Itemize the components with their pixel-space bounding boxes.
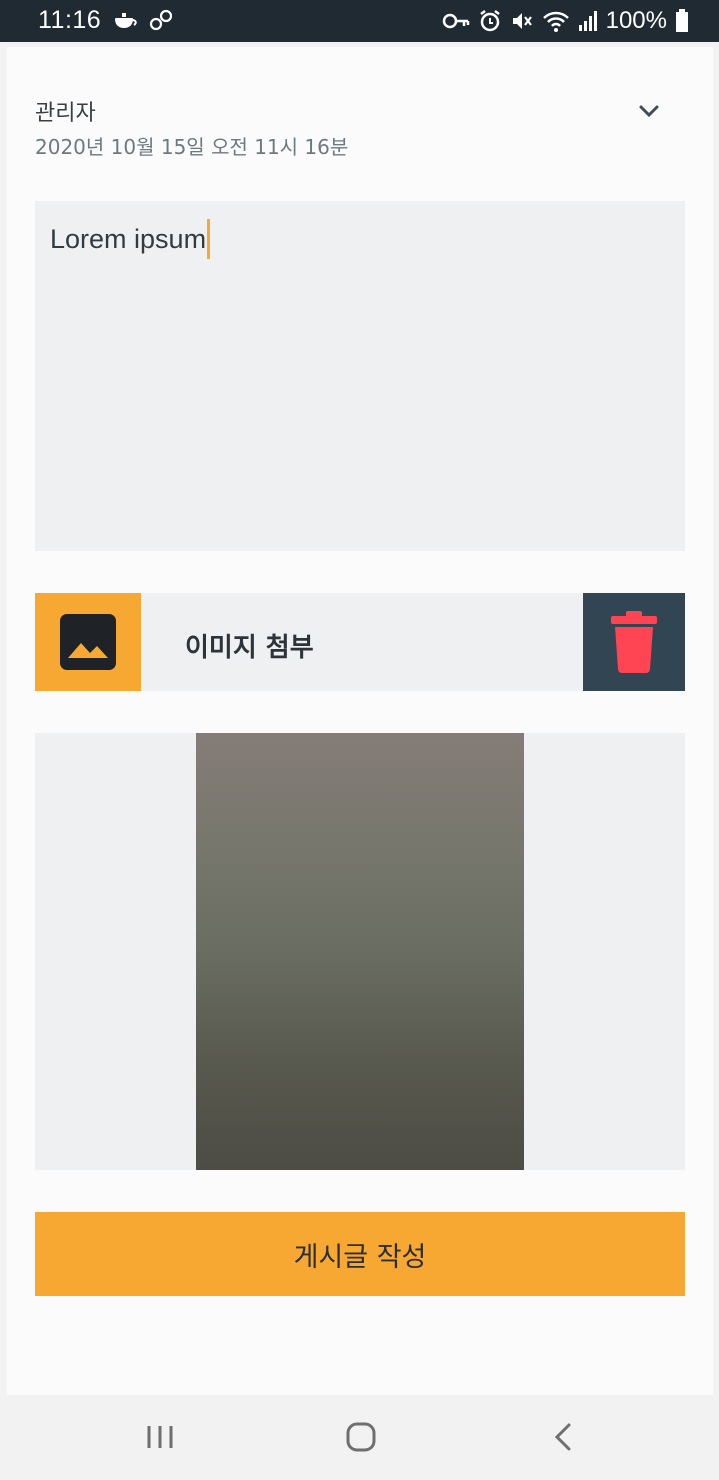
wifi-icon [542, 11, 569, 32]
image-icon [60, 614, 116, 670]
attach-image-label[interactable]: 이미지 첨부 [185, 627, 314, 664]
author-name: 관리자 [35, 101, 96, 126]
post-content-input[interactable]: Lorem ipsum [35, 201, 685, 551]
key-icon [442, 13, 469, 29]
submit-post-button[interactable]: 게시글 작성 [35, 1212, 685, 1296]
attach-image-button[interactable] [35, 593, 141, 691]
trash-icon [611, 611, 657, 673]
back-icon[interactable] [552, 1422, 574, 1452]
status-left-icons [112, 8, 174, 32]
navigation-bar [0, 1396, 719, 1480]
home-icon[interactable] [346, 1422, 376, 1452]
teapot-icon [115, 13, 137, 28]
post-editor-card: 관리자 2020년 10월 15일 오전 11시 16분 Lorem ipsum… [7, 47, 713, 1395]
chevron-down-icon[interactable] [637, 99, 661, 123]
post-date: 2020년 10월 15일 오전 11시 16분 [35, 135, 349, 159]
alarm-icon [479, 10, 500, 32]
text-cursor [207, 219, 211, 259]
mute-icon [512, 13, 532, 29]
delete-image-button[interactable] [583, 593, 685, 691]
post-content-text: Lorem ipsum [50, 219, 211, 261]
image-preview-area [35, 733, 685, 1170]
post-content-value: Lorem ipsum [50, 224, 207, 255]
status-time: 11:16 [38, 6, 102, 34]
link-icon [149, 9, 173, 31]
image-attach-row: 이미지 첨부 [35, 593, 685, 691]
status-bar: 11:16 100% [0, 0, 719, 42]
battery-percent: 100% [605, 7, 667, 34]
attached-image-preview[interactable] [196, 733, 524, 1170]
signal-icon [578, 11, 597, 31]
battery-icon [676, 9, 688, 32]
status-right-icons: 100% [442, 7, 689, 35]
recents-icon[interactable] [146, 1424, 174, 1450]
